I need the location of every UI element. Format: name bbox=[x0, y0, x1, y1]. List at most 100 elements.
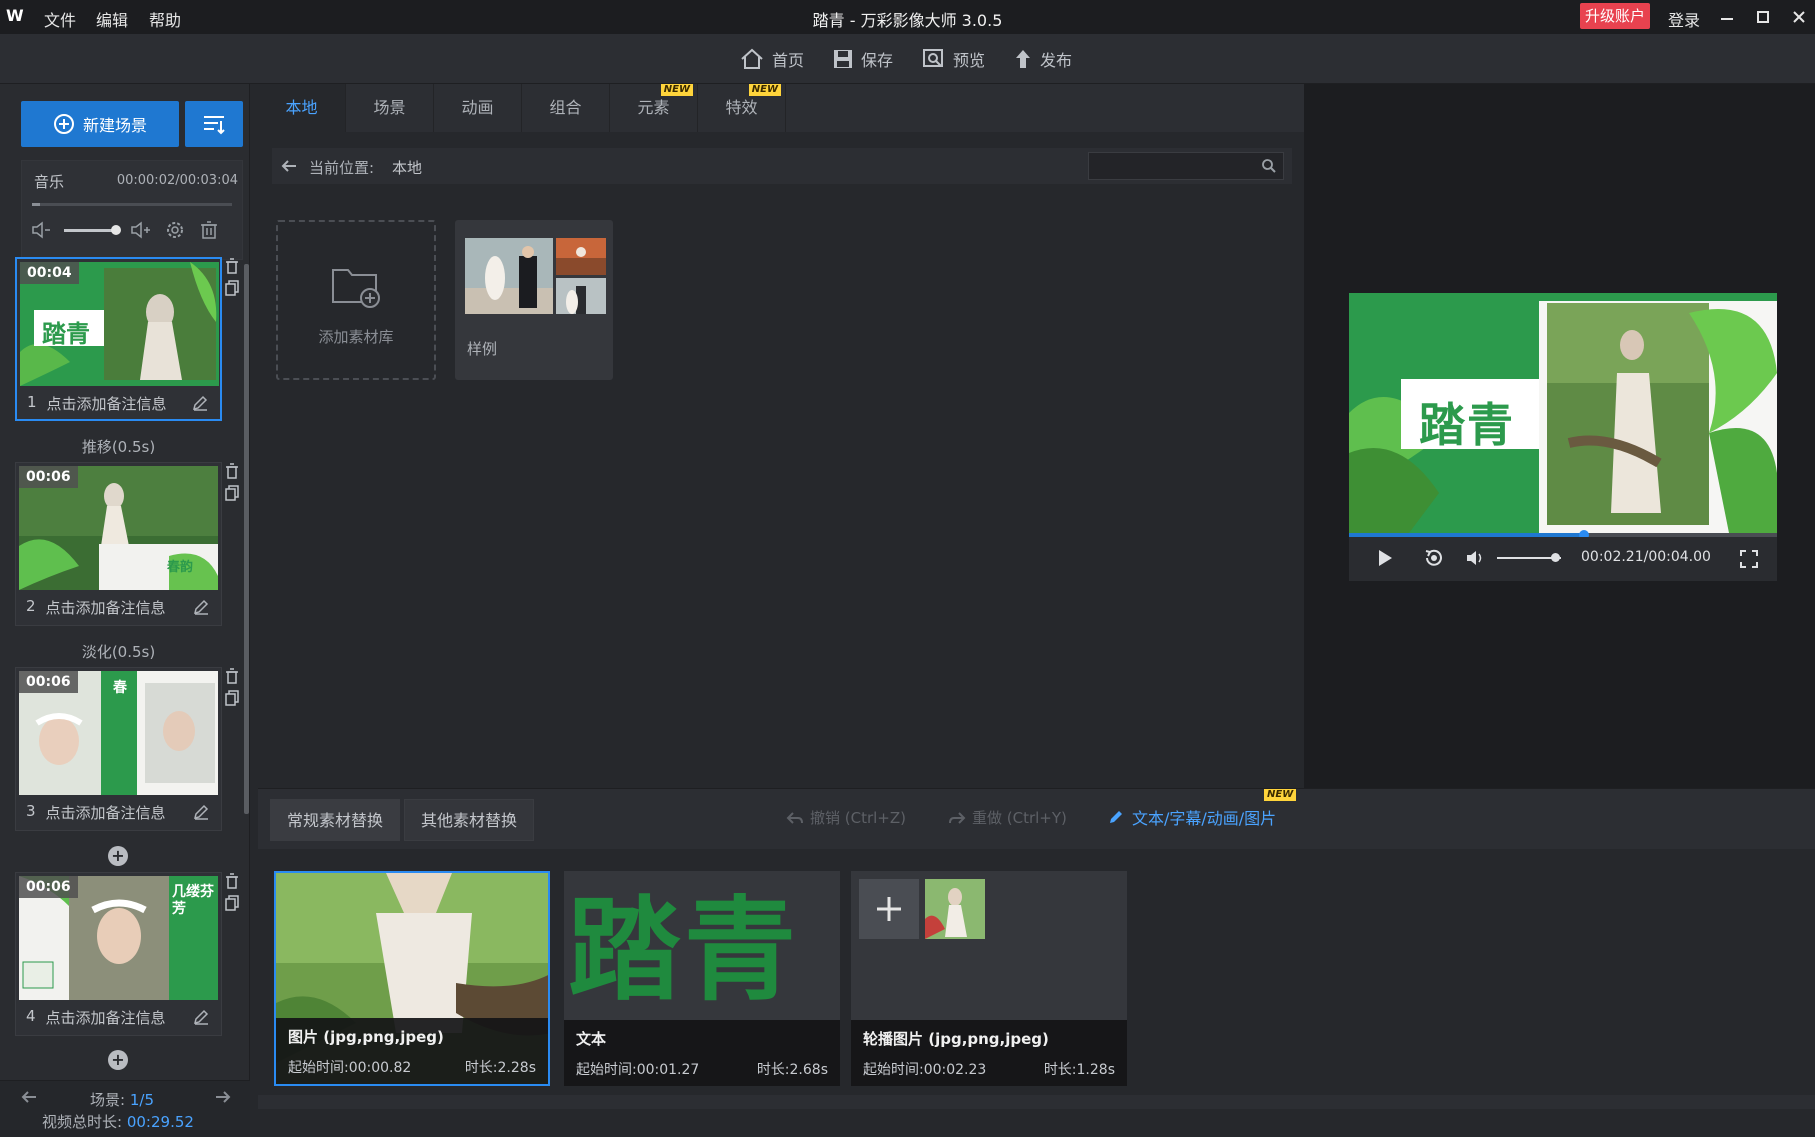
add-scene-icon[interactable]: + bbox=[108, 1050, 128, 1070]
tab-label: 组合 bbox=[549, 98, 582, 117]
asset-card-image[interactable]: 图片 (jpg,png,jpeg) 起始时间:00:00.82 时长:2.28s bbox=[274, 871, 550, 1086]
home-button[interactable]: 首页 bbox=[740, 46, 804, 72]
music-progress-fill bbox=[32, 203, 40, 206]
edit-pencil-icon[interactable] bbox=[192, 395, 208, 411]
menu-help[interactable]: 帮助 bbox=[149, 7, 181, 31]
asset-start-time: 起始时间:00:00.82 bbox=[288, 1060, 412, 1076]
asset-scrollbar[interactable] bbox=[258, 1095, 1815, 1109]
edit-pencil-icon[interactable] bbox=[193, 599, 209, 615]
plus-circle-icon bbox=[53, 113, 75, 135]
upload-icon bbox=[1014, 48, 1032, 70]
scene-card-1[interactable]: 踏青 00:04 1 点击添加备注信息 bbox=[15, 257, 222, 421]
edit-pencil-icon[interactable] bbox=[193, 804, 209, 820]
tab-regular-replace[interactable]: 常规素材替换 bbox=[270, 799, 401, 841]
new-scene-label: 新建场景 bbox=[82, 116, 147, 135]
sample-folder[interactable]: 样例 bbox=[455, 220, 613, 380]
copy-icon[interactable] bbox=[225, 690, 239, 706]
close-icon[interactable] bbox=[1784, 4, 1814, 30]
scene-card-4[interactable]: 几缕芬芳 00:06 4 点击添加备注信息 bbox=[15, 872, 222, 1036]
prev-scene-arrow-icon[interactable] bbox=[20, 1089, 38, 1105]
copy-icon[interactable] bbox=[225, 280, 239, 296]
tab-element[interactable]: 元素 NEW bbox=[610, 84, 698, 132]
fullscreen-icon[interactable] bbox=[1739, 549, 1759, 569]
scene-footer: 3 点击添加备注信息 bbox=[26, 802, 166, 823]
scene-index: 2 bbox=[26, 597, 36, 615]
volume-down-icon[interactable] bbox=[30, 219, 52, 241]
edit-pencil-icon[interactable] bbox=[193, 1009, 209, 1025]
tab-effects[interactable]: 特效 NEW bbox=[698, 84, 786, 132]
location-value[interactable]: 本地 bbox=[392, 157, 422, 178]
music-delete-icon[interactable] bbox=[198, 219, 220, 241]
copy-icon[interactable] bbox=[225, 895, 239, 911]
minimize-icon[interactable] bbox=[1712, 4, 1742, 30]
search-box[interactable] bbox=[1088, 152, 1284, 180]
scene-note[interactable]: 点击添加备注信息 bbox=[47, 393, 167, 414]
tab-label: 特效 bbox=[725, 98, 758, 117]
add-scene-icon[interactable]: + bbox=[108, 846, 128, 866]
upgrade-account-button[interactable]: 升级账户 bbox=[1580, 3, 1650, 29]
settings-gear-icon[interactable] bbox=[164, 219, 186, 241]
preview-canvas[interactable]: 踏青 bbox=[1349, 293, 1777, 533]
asset-card-text[interactable]: 踏青 文本 起始时间:00:01.27 时长:2.68s bbox=[564, 871, 840, 1086]
transition-label[interactable]: 推移(0.5s) bbox=[15, 436, 222, 457]
delete-icon[interactable] bbox=[225, 463, 239, 479]
total-duration-value: 00:29.52 bbox=[126, 1113, 194, 1131]
search-icon[interactable] bbox=[1261, 158, 1277, 174]
scene-card-2[interactable]: 春韵 00:06 2 点击添加备注信息 bbox=[15, 462, 222, 626]
scene-footer: 2 点击添加备注信息 bbox=[26, 597, 166, 618]
new-scene-button[interactable]: 新建场景 bbox=[21, 101, 179, 147]
title-bar: W 文件 编辑 帮助 踏青 - 万彩影像大师 3.0.5 升级账户 登录 bbox=[0, 0, 1815, 34]
asset-duration: 时长:2.68s bbox=[756, 1062, 828, 1078]
music-volume-slider[interactable] bbox=[64, 229, 116, 232]
play-icon[interactable] bbox=[1377, 549, 1393, 567]
scene-list-button[interactable] bbox=[185, 101, 243, 147]
transition-label[interactable]: 淡化(0.5s) bbox=[15, 641, 222, 662]
save-icon bbox=[833, 49, 853, 69]
delete-icon[interactable] bbox=[225, 873, 239, 889]
publish-button[interactable]: 发布 bbox=[1014, 46, 1072, 72]
add-library-button[interactable]: 添加素材库 bbox=[276, 220, 436, 380]
asset-card-carousel[interactable]: 轮播图片 (jpg,png,jpeg) 起始时间:00:02.23 时长:1.2… bbox=[851, 871, 1127, 1086]
undo-button[interactable]: 撤销 (Ctrl+Z) bbox=[786, 807, 906, 828]
scene-card-3[interactable]: 春 00:06 3 点击添加备注信息 bbox=[15, 667, 222, 831]
music-progress-track[interactable] bbox=[32, 203, 232, 206]
volume-up-icon[interactable] bbox=[129, 219, 151, 241]
save-button[interactable]: 保存 bbox=[833, 46, 893, 72]
edit-pencil-icon bbox=[1108, 809, 1124, 825]
tab-local[interactable]: 本地 bbox=[258, 84, 346, 132]
delete-icon[interactable] bbox=[225, 668, 239, 684]
music-volume-handle[interactable] bbox=[111, 225, 121, 235]
main-toolbar: 首页 保存 预览 发布 bbox=[0, 34, 1815, 84]
back-arrow-icon[interactable] bbox=[280, 158, 298, 174]
preview-button[interactable]: 预览 bbox=[923, 46, 985, 72]
menu-file[interactable]: 文件 bbox=[44, 7, 76, 31]
tab-other-replace[interactable]: 其他素材替换 bbox=[404, 799, 535, 841]
asset-name: 图片 (jpg,png,jpeg) bbox=[288, 1028, 444, 1046]
scene-note[interactable]: 点击添加备注信息 bbox=[46, 597, 166, 618]
delete-icon[interactable] bbox=[225, 258, 239, 274]
preview-volume-handle[interactable] bbox=[1550, 553, 1560, 562]
scene-note[interactable]: 点击添加备注信息 bbox=[46, 802, 166, 823]
menu-edit[interactable]: 编辑 bbox=[96, 7, 128, 31]
scene-note[interactable]: 点击添加备注信息 bbox=[46, 1007, 166, 1028]
tab-animation[interactable]: 动画 bbox=[434, 84, 522, 132]
undo-label: 撤销 (Ctrl+Z) bbox=[810, 809, 907, 827]
scene-footer-bar: 场景: 1/5 视频总时长: 00:29.52 bbox=[0, 1080, 250, 1137]
volume-icon[interactable] bbox=[1465, 549, 1485, 567]
edit-text-link[interactable]: 文本/字幕/动画/图片 bbox=[1108, 805, 1276, 829]
scene-list-scrollbar[interactable] bbox=[244, 264, 249, 814]
next-scene-arrow-icon[interactable] bbox=[214, 1089, 232, 1105]
redo-button[interactable]: 重做 (Ctrl+Y) bbox=[948, 807, 1067, 828]
maximize-icon[interactable] bbox=[1748, 4, 1778, 30]
carousel-thumbnail[interactable] bbox=[925, 879, 985, 939]
tab-scene[interactable]: 场景 bbox=[346, 84, 434, 132]
add-carousel-image-button[interactable] bbox=[859, 879, 919, 939]
tab-combination[interactable]: 组合 bbox=[522, 84, 610, 132]
copy-icon[interactable] bbox=[225, 485, 239, 501]
replay-icon[interactable] bbox=[1423, 548, 1445, 568]
redo-icon bbox=[948, 811, 966, 825]
preview-time: 00:02.21/00:04.00 bbox=[1581, 549, 1711, 565]
sample-thumbnail-top bbox=[556, 238, 606, 275]
login-button[interactable]: 登录 bbox=[1668, 7, 1700, 31]
search-input[interactable] bbox=[1093, 156, 1253, 176]
